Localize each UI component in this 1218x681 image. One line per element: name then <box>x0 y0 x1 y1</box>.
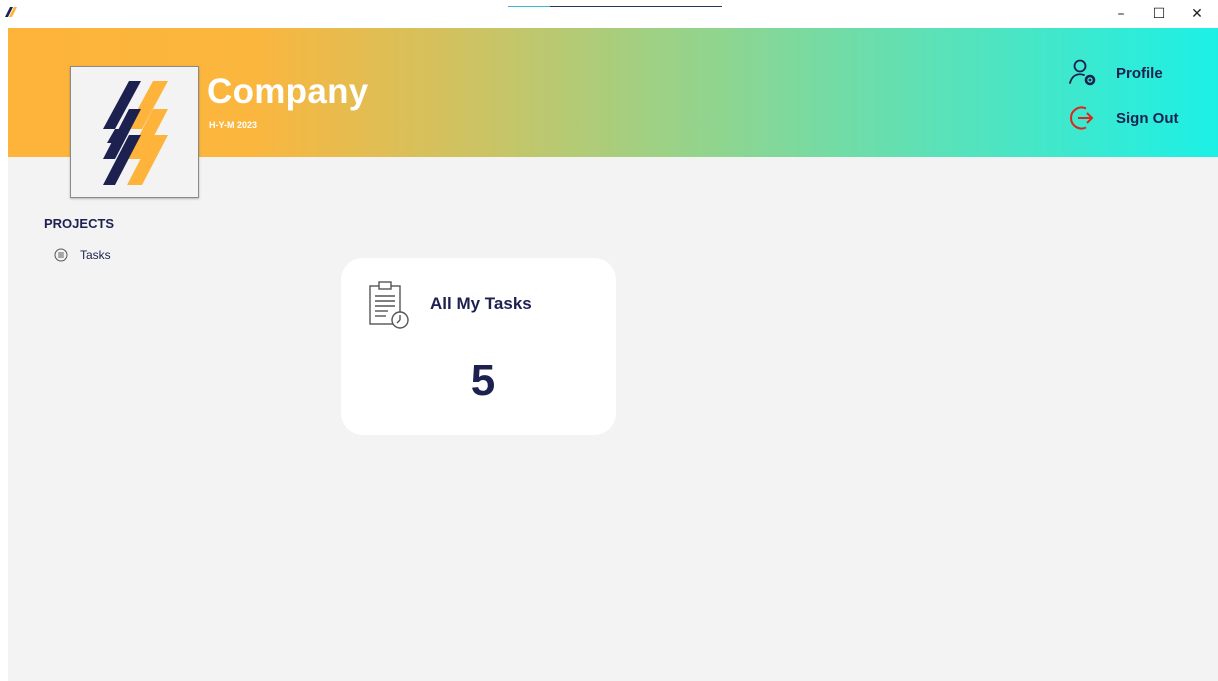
all-tasks-card[interactable]: All My Tasks 5 <box>341 258 616 435</box>
company-name: Company <box>207 72 369 111</box>
task-count: 5 <box>470 356 496 405</box>
company-subtitle: H-Y-M 2023 <box>209 120 258 130</box>
maximize-button[interactable]: ☐ <box>1140 0 1178 28</box>
client-area: Company H-Y-M 2023 Profile Sign Out PROJ… <box>8 28 1218 681</box>
sign-out-button[interactable]: Sign Out <box>1066 103 1179 133</box>
sidebar-item-label: Tasks <box>80 248 111 262</box>
list-circle-icon <box>54 248 68 262</box>
app-logo-icon <box>5 7 17 17</box>
sign-out-label: Sign Out <box>1116 109 1179 127</box>
profile-button[interactable]: Profile <box>1066 58 1163 88</box>
company-logo-icon <box>103 81 168 185</box>
title-bar: – ☐ ✕ <box>0 0 1218 28</box>
minimize-button[interactable]: – <box>1102 0 1140 28</box>
clipboard-clock-icon <box>369 281 409 329</box>
profile-label: Profile <box>1116 64 1163 82</box>
sidebar-item-tasks[interactable]: Tasks <box>54 248 111 262</box>
sign-out-icon <box>1070 106 1094 130</box>
company-logo <box>70 66 199 198</box>
close-button[interactable]: ✕ <box>1178 0 1216 28</box>
user-gear-icon <box>1069 59 1096 86</box>
sidebar-heading: PROJECTS <box>44 216 115 231</box>
title-accent-line-teal <box>508 6 550 7</box>
card-title: All My Tasks <box>430 294 532 313</box>
app-window: – ☐ ✕ Company H-Y-M 2023 Profile Sign Ou… <box>0 0 1218 681</box>
